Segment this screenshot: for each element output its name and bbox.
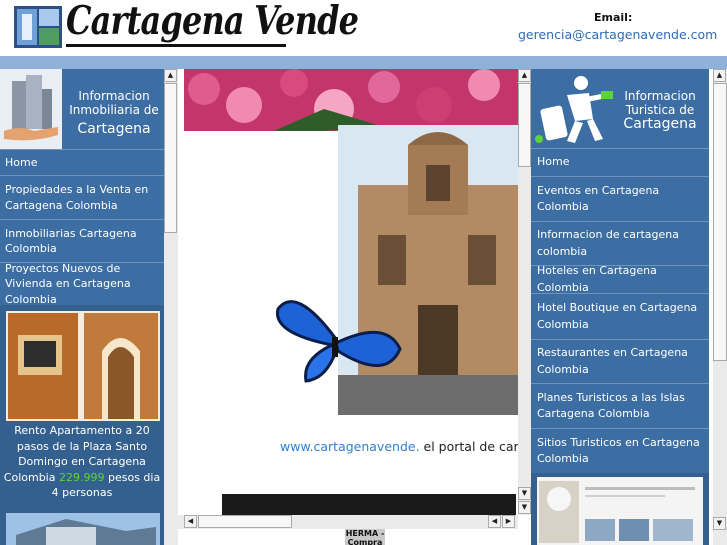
bougainvillea-flowers-image	[184, 69, 518, 131]
logo-mark-icon[interactable]	[14, 6, 62, 48]
building-hand-icon	[0, 69, 62, 149]
scroll-up-icon[interactable]: ▲	[518, 69, 531, 82]
sidebar-item-label: Proyectos Nuevos de Vivienda en Cartagen…	[5, 261, 131, 306]
sidebar-item-label: Planes Turisticos a las Islas Cartagena …	[537, 390, 685, 421]
scroll-thumb[interactable]	[713, 83, 727, 361]
scroll-up-icon[interactable]: ▲	[713, 69, 726, 82]
scroll-thumb[interactable]	[518, 83, 531, 167]
sidebar-item-label: Eventos en Cartagena Colombia	[537, 183, 660, 214]
sidebar-item-label: Hotel Boutique en Cartagena Colombia	[537, 301, 698, 331]
apartment-promo-text[interactable]: Rento Apartamento a 20 pasos de la Plaza…	[0, 423, 164, 501]
sidebar-item-info[interactable]: Informacion de cartagena colombia	[531, 221, 709, 265]
hotel-promo-thumbnail[interactable]	[537, 477, 703, 545]
left-sidebar: Informacion Inmobiliaria de Cartagena Ho…	[0, 69, 164, 545]
portal-link[interactable]: www.cartagenavende.	[280, 439, 420, 454]
sidebar-item-label: Home	[537, 155, 570, 169]
site-header: Cartagena Vende Email: gerencia@cartagen…	[0, 0, 727, 56]
scroll-up-icon[interactable]: ▲	[164, 69, 177, 82]
logo-text[interactable]: Cartagena Vende	[66, 0, 359, 44]
apartment-promo-photo[interactable]	[6, 311, 160, 421]
sidebar-item-agencies[interactable]: Inmobiliarias Cartagena Colombia	[0, 219, 164, 262]
building-photo[interactable]	[6, 513, 160, 545]
sidebar-item-tourist-sites[interactable]: Sitios Turisticos en Cartagena Colombia	[531, 428, 709, 473]
email-label: Email:	[594, 11, 633, 24]
right-banner-city: Cartagena	[623, 116, 697, 132]
scroll-left-icon[interactable]: ◀	[488, 515, 501, 528]
sidebar-item-label: Restaurantes en Cartagena Colombia	[537, 346, 688, 376]
right-panel-scrollbar[interactable]: ▲ ▼	[713, 69, 727, 545]
sidebar-item-boutique-hotels[interactable]: Hotel Boutique en Cartagena Colombia	[531, 293, 709, 339]
herma-tab[interactable]: HERMA - Compra	[345, 529, 385, 545]
top-divider-bar	[0, 56, 727, 69]
scroll-down-icon[interactable]: ▼	[518, 487, 531, 500]
tourism-banner[interactable]: Informacion Turistica de Cartagena	[531, 69, 709, 148]
sidebar-item-home[interactable]: Home	[531, 148, 709, 176]
sidebar-item-properties[interactable]: Propiedades a la Venta en Cartagena Colo…	[0, 175, 164, 219]
scroll-left-icon[interactable]: ◀	[184, 515, 197, 528]
sidebar-item-restaurants[interactable]: Restaurantes en Cartagena Colombia	[531, 339, 709, 383]
sidebar-item-label: Propiedades a la Venta en Cartagena Colo…	[5, 183, 149, 212]
scroll-right-icon[interactable]: ▶	[502, 515, 515, 528]
sidebar-item-hotels[interactable]: Hoteles en Cartagena Colombia	[531, 264, 709, 294]
real-estate-banner[interactable]: Informacion Inmobiliaria de Cartagena	[0, 69, 164, 149]
main-content: www.cartagenavende. el portal de cart	[178, 69, 518, 545]
portal-tagline: www.cartagenavende. el portal de cart	[280, 439, 518, 454]
portal-text: el portal de cart	[423, 439, 518, 454]
center-vertical-scrollbar[interactable]: ▲ ▼ ▼	[518, 69, 531, 515]
sidebar-item-events[interactable]: Eventos en Cartagena Colombia	[531, 176, 709, 221]
left-panel-scrollbar[interactable]: ▲	[164, 69, 178, 545]
sidebar-item-home[interactable]: Home	[0, 149, 164, 175]
right-sidebar: Informacion Turistica de Cartagena Home …	[531, 69, 709, 545]
scroll-down-icon[interactable]: ▼	[518, 501, 531, 514]
sidebar-item-label: Hoteles en Cartagena Colombia	[537, 264, 657, 294]
traveler-icon	[535, 76, 613, 143]
left-banner-city: Cartagena	[77, 121, 151, 137]
scroll-thumb[interactable]	[198, 515, 292, 528]
left-banner-title: Informacion Inmobiliaria de	[69, 89, 159, 117]
sidebar-item-label: Informacion de cartagena colombia	[537, 228, 679, 258]
promo-price: 229.999	[58, 470, 105, 484]
logo-underline	[66, 44, 286, 47]
center-horizontal-scrollbar[interactable]: ◀ ▶ ◀ ▶	[178, 515, 518, 529]
sidebar-item-island-tours[interactable]: Planes Turisticos a las Islas Cartagena …	[531, 383, 709, 428]
sidebar-item-new-projects[interactable]: Proyectos Nuevos de Vivienda en Cartagen…	[0, 261, 164, 306]
right-banner-title: Informacion Turistica de	[624, 89, 696, 117]
email-link[interactable]: gerencia@cartagenavende.com	[518, 27, 717, 42]
sidebar-item-label: Sitios Turisticos en Cartagena Colombia	[537, 435, 700, 466]
scroll-down-icon[interactable]: ▼	[713, 517, 726, 530]
scroll-thumb[interactable]	[164, 83, 177, 233]
sidebar-item-label: Inmobiliarias Cartagena Colombia	[5, 226, 137, 256]
sidebar-item-label: Home	[5, 155, 38, 169]
blue-butterfly-image	[275, 300, 402, 383]
